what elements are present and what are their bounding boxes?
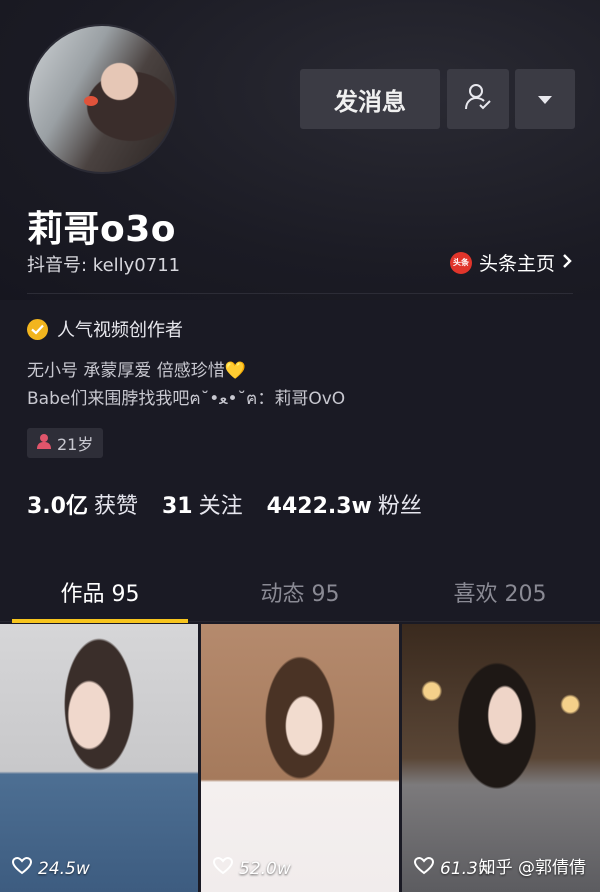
profile-tabs: 作品 95 动态 95 喜欢 205 xyxy=(0,562,600,623)
send-message-button[interactable]: 发消息 xyxy=(300,69,440,129)
bio: 无小号 承蒙厚爱 倍感珍惜💛 Babe们来围脖找我吧ฅ˘•ﻌ•˘ฅ：莉哥OvO xyxy=(27,357,345,413)
bio-line: 无小号 承蒙厚爱 倍感珍惜💛 xyxy=(27,361,246,381)
tab-liked[interactable]: 喜欢 205 xyxy=(400,562,600,622)
video-likes-count: 52.0w xyxy=(239,858,291,879)
user-check-icon xyxy=(464,82,492,116)
send-message-label: 发消息 xyxy=(334,87,406,116)
age-label: 21岁 xyxy=(57,435,94,454)
video-grid: 24.5w 52.0w 61.3w 知乎 @郭倩倩 xyxy=(0,624,600,892)
follow-button[interactable] xyxy=(447,69,509,129)
creator-badge: 人气视频创作者 xyxy=(27,316,183,342)
video-likes-count: 24.5w xyxy=(38,858,90,879)
toutiao-label: 头条主页 xyxy=(478,253,555,275)
video-thumbnail[interactable]: 61.3w 知乎 @郭倩倩 xyxy=(402,624,600,892)
caret-down-icon xyxy=(537,90,553,109)
followers-count[interactable]: 4422.3w xyxy=(267,494,372,519)
watermark: 知乎 @郭倩倩 xyxy=(478,858,586,878)
followers-label[interactable]: 粉丝 xyxy=(378,488,422,520)
username: 莉哥o3o xyxy=(27,209,177,250)
douyin-id: 抖音号: kelly0711 xyxy=(27,255,181,276)
chevron-right-icon xyxy=(562,252,572,274)
creator-badge-label: 人气视频创作者 xyxy=(57,320,183,341)
video-likes: 52.0w xyxy=(212,856,291,880)
likes-label: 获赞 xyxy=(93,494,138,519)
divider xyxy=(27,293,573,294)
avatar[interactable] xyxy=(27,24,177,174)
tab-works[interactable]: 作品 95 xyxy=(0,562,200,623)
age-badge: 21岁 xyxy=(27,428,104,458)
video-thumbnail[interactable]: 24.5w xyxy=(0,624,198,892)
following-count[interactable]: 31 xyxy=(162,494,193,519)
heart-icon xyxy=(212,856,234,880)
video-likes: 24.5w xyxy=(11,856,90,880)
toutiao-logo-icon: 头条 xyxy=(449,251,472,274)
female-user-icon xyxy=(37,433,51,453)
tab-dynamics[interactable]: 动态 95 xyxy=(200,562,400,622)
bio-line: Babe们来围脖找我吧ฅ˘•ﻌ•˘ฅ：莉哥OvO xyxy=(27,389,346,409)
video-thumbnail[interactable]: 52.0w xyxy=(201,624,399,892)
heart-icon xyxy=(413,856,435,880)
stats-row: 3.0亿 获赞 31 关注 4422.3w 粉丝 xyxy=(27,488,446,520)
verified-check-icon xyxy=(27,318,48,340)
following-label[interactable]: 关注 xyxy=(199,488,243,520)
toutiao-homepage-link[interactable]: 头条 头条主页 xyxy=(449,249,572,276)
more-options-button[interactable] xyxy=(515,69,575,129)
heart-icon xyxy=(11,856,33,880)
likes-count: 3.0亿 xyxy=(27,494,88,519)
